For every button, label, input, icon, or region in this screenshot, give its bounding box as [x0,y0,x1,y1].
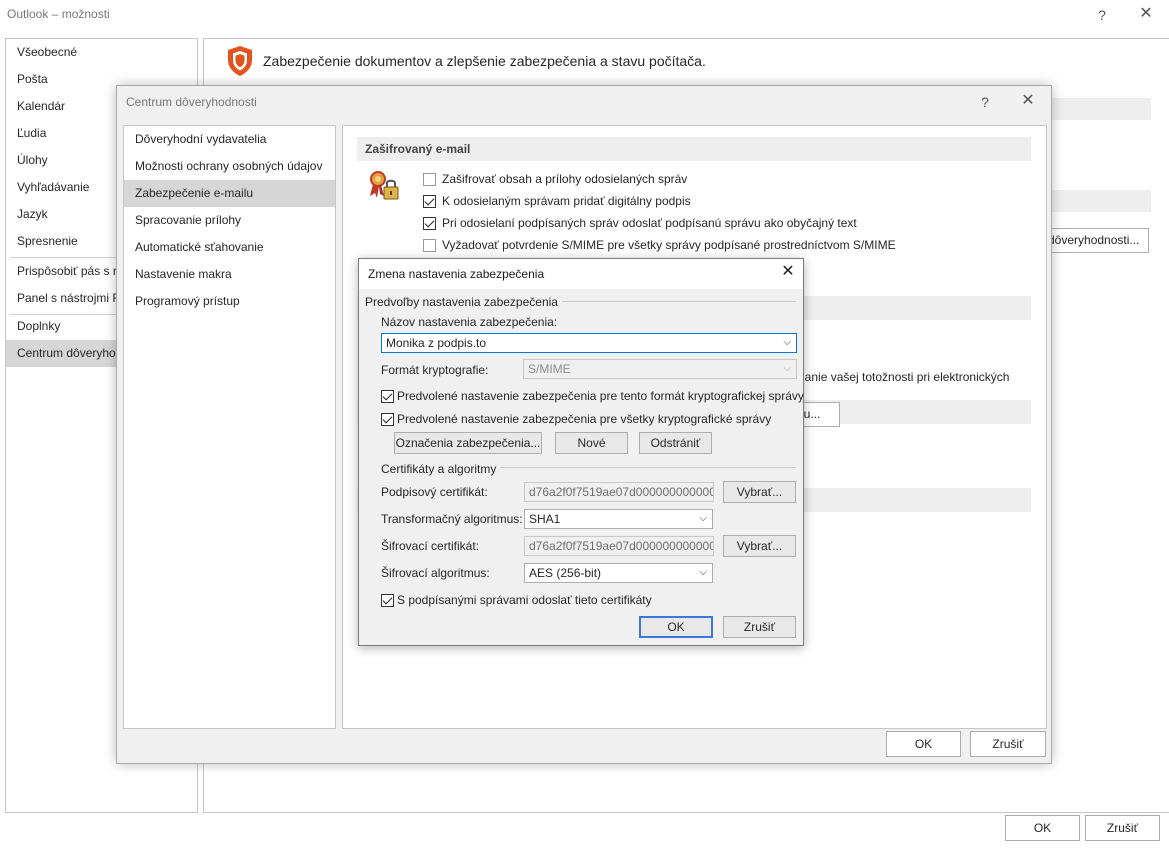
encryption-algorithm-value: AES (256-bit) [529,566,602,580]
nav-item-trusted-publishers[interactable]: Dôveryhodní vydavatelia [124,126,335,153]
add-signature-option[interactable]: K odosielaným správam pridať digitálny p… [423,192,691,210]
security-cancel-button[interactable]: Zrušiť [723,616,796,638]
group-divider [499,467,796,468]
delete-button[interactable]: Odstrániť [639,432,712,454]
trust-center-ok-button[interactable]: OK [886,731,961,757]
section-band [1049,98,1151,120]
add-signature-checkbox[interactable] [423,194,436,208]
shield-icon [226,45,254,80]
option-label: Pri odosielaní podpísaných správ odoslať… [442,216,857,230]
option-label: Predvolené nastavenie zabezpečenia pre v… [397,412,772,426]
new-button[interactable]: Nové [555,432,628,454]
signing-cert-label: Podpisový certifikát: [381,485,488,499]
change-security-settings-dialog: Zmena nastavenia zabezpečenia ✕ Predvoľb… [358,258,804,646]
help-button[interactable]: ? [1091,7,1113,23]
nav-item-automatic-download[interactable]: Automatické sťahovanie [124,234,335,261]
settings-name-combo[interactable]: Monika z podpis.to ⌵ [381,333,797,353]
encryption-algorithm-label: Šifrovací algoritmus: [381,566,490,580]
hash-algorithm-select[interactable]: SHA1 ⌵ [524,509,713,529]
nav-item-attachment-handling[interactable]: Spracovanie prílohy [124,207,335,234]
crypto-format-label: Formát kryptografie: [381,363,489,377]
options-cancel-button[interactable]: Zrušiť [1085,815,1160,841]
encryption-cert-field: d76a2f0f7519ae07d00000000000036 [524,536,714,556]
option-label: S podpísanými správami odoslať tieto cer… [397,593,652,607]
clear-text-signed-checkbox[interactable] [423,216,436,230]
nav-item-programmatic-access[interactable]: Programový prístup [124,288,335,315]
trust-center-header: Zabezpečenie dokumentov a zlepšenie zabe… [263,53,706,69]
trust-center-cancel-button[interactable]: Zrušiť [970,731,1046,757]
option-label: Predvolené nastavenie zabezpečenia pre t… [397,389,804,403]
signing-cert-field: d76a2f0f7519ae07d00000000000036 [524,482,714,502]
hash-algorithm-label: Transformačný algoritmus: [381,512,523,526]
smime-receipt-option[interactable]: Vyžadovať potvrdenie S/MIME pre všetky s… [423,236,896,254]
options-ok-button[interactable]: OK [1005,815,1080,841]
section-title: Zašifrovaný e-mail [365,142,471,156]
help-button[interactable]: ? [974,94,996,110]
nav-item-general[interactable]: Všeobecné [6,39,197,66]
trust-center-nav: Dôveryhodní vydavatelia Možnosti ochrany… [123,125,336,729]
choose-encryption-cert-button[interactable]: Vybrať... [723,535,796,557]
window-title: Outlook – možnosti [7,7,110,21]
close-dialog-button[interactable]: ✕ [777,264,799,280]
nav-item-privacy-options[interactable]: Možnosti ochrany osobných údajov [124,153,335,180]
send-certificates-option[interactable]: S podpísanými správami odoslať tieto cer… [381,592,652,608]
crypto-format-value: S/MIME [528,362,571,376]
encrypt-contents-option[interactable]: Zašifrovať obsah a prílohy odosielaných … [423,170,687,188]
send-certificates-checkbox[interactable] [381,593,394,607]
crypto-format-select[interactable]: S/MIME ⌵ [523,359,797,379]
smime-receipt-checkbox[interactable] [423,238,436,252]
nav-item-email-security[interactable]: Zabezpečenie e-mailu [124,180,335,207]
choose-signing-cert-button[interactable]: Vybrať... [723,481,796,503]
encrypt-contents-checkbox[interactable] [423,172,436,186]
security-labels-button[interactable]: Označenia zabezpečenia... [394,432,542,454]
default-for-format-option[interactable]: Predvolené nastavenie zabezpečenia pre t… [381,388,804,404]
dialog-title: Zmena nastavenia zabezpečenia [368,267,545,281]
preferences-group-label: Predvoľby nastavenia zabezpečenia [365,295,562,309]
nav-item-macro-settings[interactable]: Nastavenie makra [124,261,335,288]
trust-center-settings-button[interactable]: dôveryhodnosti... [1041,228,1149,253]
default-for-all-option[interactable]: Predvolené nastavenie zabezpečenia pre v… [381,411,771,427]
close-window-button[interactable]: ✕ [1135,6,1157,22]
certificates-group-label: Certifikáty a algoritmy [381,462,501,476]
certificate-lock-icon [367,170,401,205]
chevron-down-icon[interactable]: ⌵ [699,564,707,582]
chevron-down-icon[interactable]: ⌵ [699,510,707,528]
option-label: Vyžadovať potvrdenie S/MIME pre všetky s… [442,238,896,252]
digital-id-description: ázanie vašej totožnosti pri elektronický… [792,370,1010,384]
default-for-all-checkbox[interactable] [381,412,394,426]
hash-algorithm-value: SHA1 [529,512,561,526]
section-band-encrypted-email: Zašifrovaný e-mail [357,137,1031,161]
option-label: K odosielaným správam pridať digitálny p… [442,194,691,208]
section-band [1049,190,1151,212]
encryption-algorithm-select[interactable]: AES (256-bit) ⌵ [524,563,713,583]
clear-text-signed-option[interactable]: Pri odosielaní podpísaných správ odoslať… [423,214,857,232]
security-ok-button[interactable]: OK [639,616,713,638]
settings-name-label: Názov nastavenia zabezpečenia: [381,315,558,329]
settings-name-value: Monika z podpis.to [386,336,487,350]
close-dialog-button[interactable]: ✕ [1017,93,1039,109]
chevron-down-icon: ⌵ [783,363,791,374]
chevron-down-icon[interactable]: ⌵ [783,334,791,352]
option-label: Zašifrovať obsah a prílohy odosielaných … [442,172,688,186]
dialog-title: Centrum dôveryhodnosti [126,95,257,109]
encryption-cert-label: Šifrovací certifikát: [381,539,480,553]
group-divider [554,301,796,302]
default-for-format-checkbox[interactable] [381,389,394,403]
